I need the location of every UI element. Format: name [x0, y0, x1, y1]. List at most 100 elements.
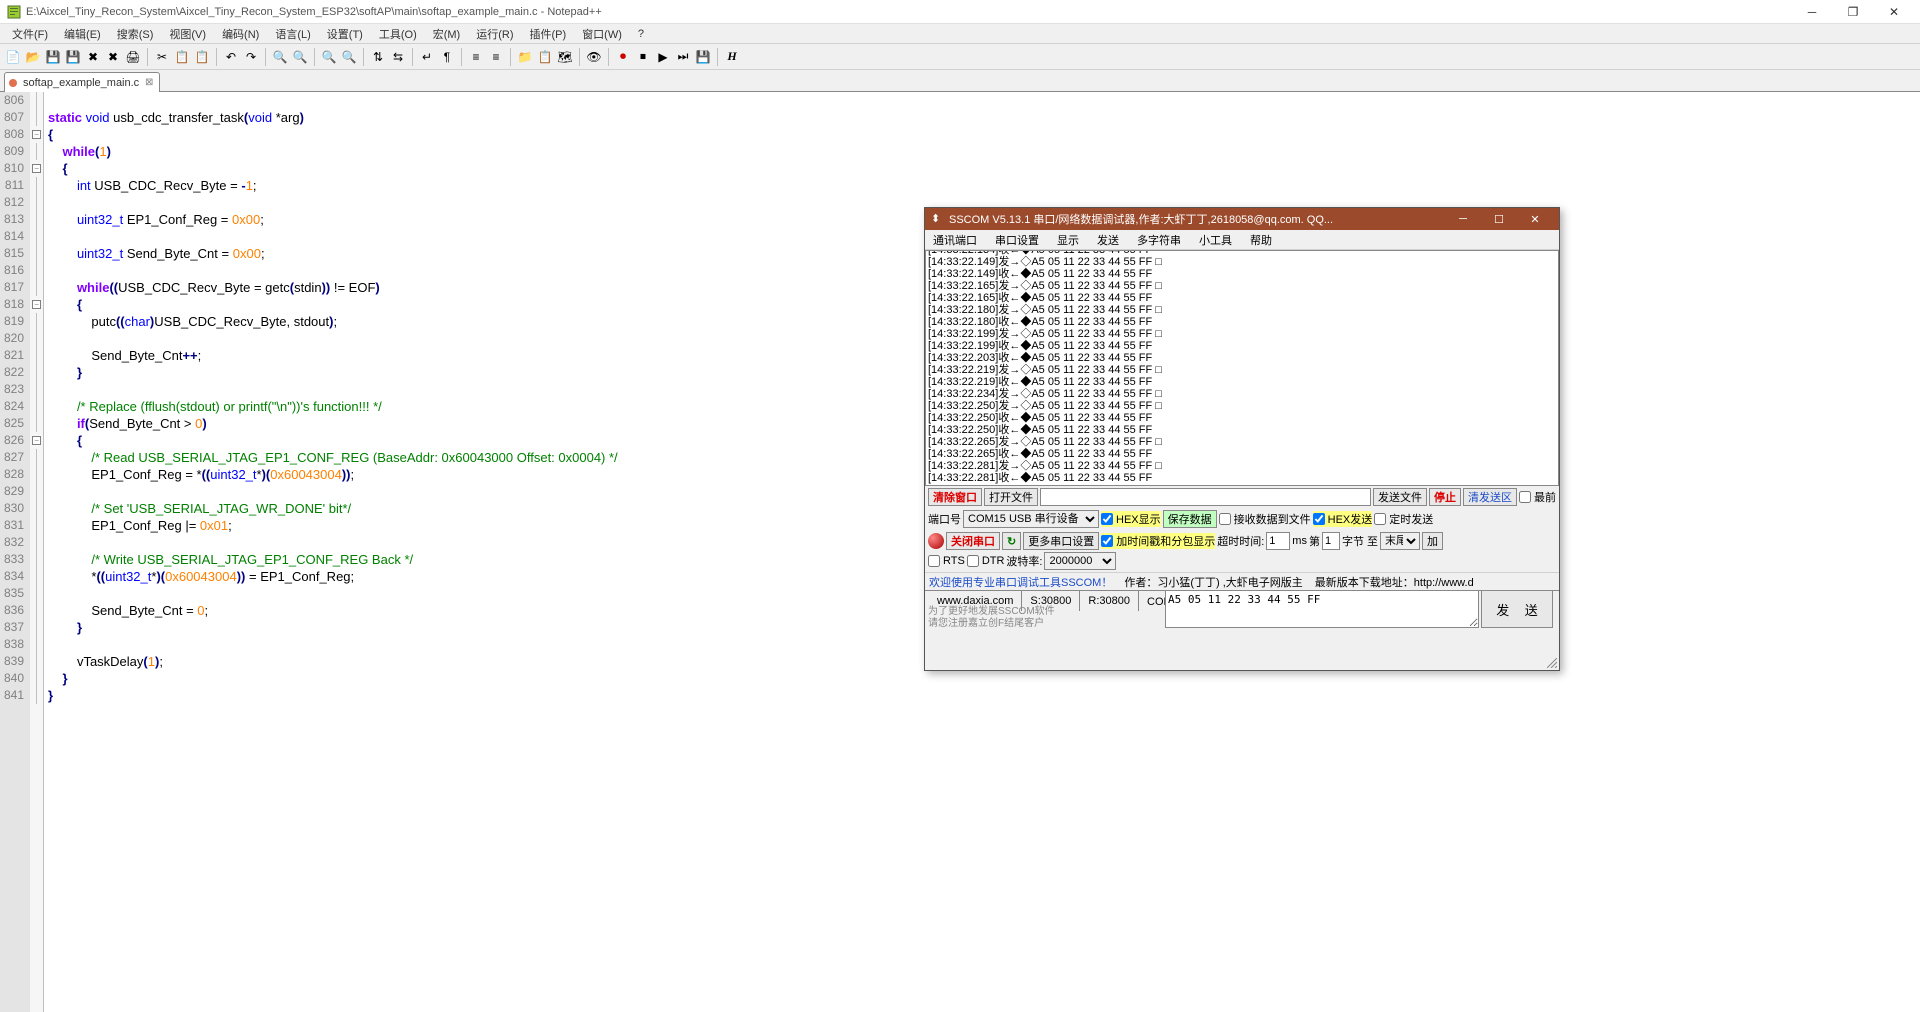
baud-select[interactable]: 2000000 — [1044, 552, 1116, 570]
hex-display-checkbox[interactable]: HEX显示 — [1101, 511, 1161, 527]
menu-plugins[interactable]: 插件(P) — [522, 24, 575, 44]
tab-close-icon[interactable]: ⊠ — [143, 77, 155, 89]
stop-button[interactable]: 停止 — [1429, 488, 1461, 506]
timeout-input[interactable] — [1266, 532, 1290, 550]
tail-select[interactable]: 末尾 — [1380, 532, 1420, 550]
npp-title-text: E:\Aixcel_Tiny_Recon_System\Aixcel_Tiny_… — [26, 6, 1792, 18]
file-tab[interactable]: softap_example_main.c ⊠ — [4, 72, 160, 92]
send-file-button[interactable]: 发送文件 — [1373, 488, 1427, 506]
minimize-button[interactable]: ─ — [1792, 1, 1832, 23]
modified-dot-icon — [9, 79, 17, 87]
replace-icon[interactable]: 🔍 — [291, 48, 309, 66]
close-button[interactable]: ✕ — [1874, 1, 1914, 23]
save-icon[interactable]: 💾 — [44, 48, 62, 66]
undo-icon[interactable]: ↶ — [222, 48, 240, 66]
sync-v-icon[interactable]: ⇅ — [369, 48, 387, 66]
copy-icon[interactable]: 📋 — [173, 48, 191, 66]
send-data-input[interactable]: A5 05 11 22 33 44 55 FF — [1165, 590, 1479, 628]
npp-titlebar[interactable]: E:\Aixcel_Tiny_Recon_System\Aixcel_Tiny_… — [0, 0, 1920, 24]
close-serial-button[interactable]: 关闭串口 — [946, 532, 1000, 550]
zoom-in-icon[interactable]: 🔍 — [320, 48, 338, 66]
menu-file[interactable]: 文件(F) — [4, 24, 56, 44]
separator — [412, 48, 413, 66]
close-file-icon[interactable]: ✖ — [84, 48, 102, 66]
menu-send[interactable]: 发送 — [1093, 231, 1123, 249]
clear-send-area-button[interactable]: 清发送区 — [1463, 488, 1517, 506]
print-icon[interactable]: 🖨 — [124, 48, 142, 66]
port-select[interactable]: COM15 USB 串行设备 — [963, 510, 1099, 528]
menu-serial-settings[interactable]: 串口设置 — [991, 231, 1043, 249]
indent-icon[interactable]: ≡ — [467, 48, 485, 66]
dtr-checkbox[interactable]: DTR — [967, 555, 1005, 567]
save-data-button[interactable]: 保存数据 — [1163, 510, 1217, 528]
rts-checkbox[interactable]: RTS — [928, 555, 965, 567]
redo-icon[interactable]: ↷ — [242, 48, 260, 66]
menu-help[interactable]: ? — [630, 26, 652, 42]
timed-send-checkbox[interactable]: 定时发送 — [1374, 511, 1433, 527]
minimize-button[interactable]: ─ — [1445, 209, 1481, 229]
menu-window[interactable]: 窗口(W) — [574, 24, 630, 44]
close-button[interactable]: ✕ — [1517, 209, 1553, 229]
refresh-button[interactable]: ↻ — [1002, 532, 1021, 550]
menu-language[interactable]: 语言(L) — [267, 24, 318, 44]
menu-settings[interactable]: 设置(T) — [319, 24, 371, 44]
stop-icon[interactable]: ⏹ — [634, 48, 652, 66]
record-icon[interactable]: ⏺ — [614, 48, 632, 66]
nth-input[interactable] — [1322, 532, 1340, 550]
fold-margin[interactable]: −−−− — [30, 92, 44, 1012]
resize-grip-icon[interactable] — [1547, 658, 1557, 668]
menu-macro[interactable]: 宏(M) — [425, 24, 469, 44]
menu-comm-port[interactable]: 通讯端口 — [929, 231, 981, 249]
recv-to-file-checkbox[interactable]: 接收数据到文件 — [1219, 511, 1311, 527]
file-path-input[interactable] — [1040, 488, 1371, 506]
menu-display[interactable]: 显示 — [1053, 231, 1083, 249]
open-file-button[interactable]: 打开文件 — [984, 488, 1038, 506]
paste-icon[interactable]: 📋 — [193, 48, 211, 66]
outdent-icon[interactable]: ≡ — [487, 48, 505, 66]
folder-icon[interactable]: 📁 — [516, 48, 534, 66]
menu-search[interactable]: 搜索(S) — [109, 24, 162, 44]
menu-tools[interactable]: 小工具 — [1195, 231, 1236, 249]
play-multi-icon[interactable]: ⏭ — [674, 48, 692, 66]
sscom-window[interactable]: ⬍ SSCOM V5.13.1 串口/网络数据调试器,作者:大虾丁丁,26180… — [924, 207, 1560, 671]
menu-run[interactable]: 运行(R) — [468, 24, 521, 44]
hex-send-checkbox[interactable]: HEX发送 — [1313, 511, 1373, 527]
docmap-icon[interactable]: 🗺 — [556, 48, 574, 66]
sync-h-icon[interactable]: ⇆ — [389, 48, 407, 66]
maximize-button[interactable]: ☐ — [1481, 209, 1517, 229]
open-file-icon[interactable]: 📂 — [24, 48, 42, 66]
close-all-icon[interactable]: ✖ — [104, 48, 122, 66]
add-button[interactable]: 加 — [1422, 532, 1443, 550]
promo-text: 为了更好地发展SSCOM软件 请您注册嘉立创F结尾客户 — [928, 606, 1055, 630]
separator — [216, 48, 217, 66]
menu-encoding[interactable]: 编码(N) — [214, 24, 267, 44]
find-icon[interactable]: 🔍 — [271, 48, 289, 66]
wordwrap-icon[interactable]: ↵ — [418, 48, 436, 66]
menu-multi-string[interactable]: 多字符串 — [1133, 231, 1185, 249]
serial-log-area[interactable]: [14:33:22.134]收←◆A5 05 11 22 33 44 55 FF… — [925, 250, 1559, 486]
separator — [579, 48, 580, 66]
topmost-checkbox[interactable]: 最前 — [1519, 489, 1556, 505]
save-all-icon[interactable]: 💾 — [64, 48, 82, 66]
menu-view[interactable]: 视图(V) — [161, 24, 214, 44]
clear-window-button[interactable]: 清除窗口 — [928, 488, 982, 506]
save-macro-icon[interactable]: 💾 — [694, 48, 712, 66]
send-button[interactable]: 发 送 — [1481, 590, 1553, 628]
funclist-icon[interactable]: 📋 — [536, 48, 554, 66]
maximize-button[interactable]: ❐ — [1833, 1, 1873, 23]
sscom-titlebar[interactable]: ⬍ SSCOM V5.13.1 串口/网络数据调试器,作者:大虾丁丁,26180… — [925, 208, 1559, 230]
timestamp-checkbox[interactable]: 加时间戳和分包显示 — [1101, 533, 1215, 549]
h-icon[interactable]: H — [723, 48, 741, 66]
more-settings-button[interactable]: 更多串口设置 — [1023, 532, 1099, 550]
allchars-icon[interactable]: ¶ — [438, 48, 456, 66]
menu-tools[interactable]: 工具(O) — [371, 24, 425, 44]
play-icon[interactable]: ▶ — [654, 48, 672, 66]
cut-icon[interactable]: ✂ — [153, 48, 171, 66]
menu-help[interactable]: 帮助 — [1246, 231, 1276, 249]
monitor-icon[interactable]: 👁 — [585, 48, 603, 66]
welcome-link[interactable]: 欢迎使用专业串口调试工具SSCOM！ — [929, 574, 1112, 590]
new-file-icon[interactable]: 📄 — [4, 48, 22, 66]
zoom-out-icon[interactable]: 🔍 — [340, 48, 358, 66]
menu-edit[interactable]: 编辑(E) — [56, 24, 109, 44]
status-recv: R:30800 — [1080, 591, 1139, 611]
